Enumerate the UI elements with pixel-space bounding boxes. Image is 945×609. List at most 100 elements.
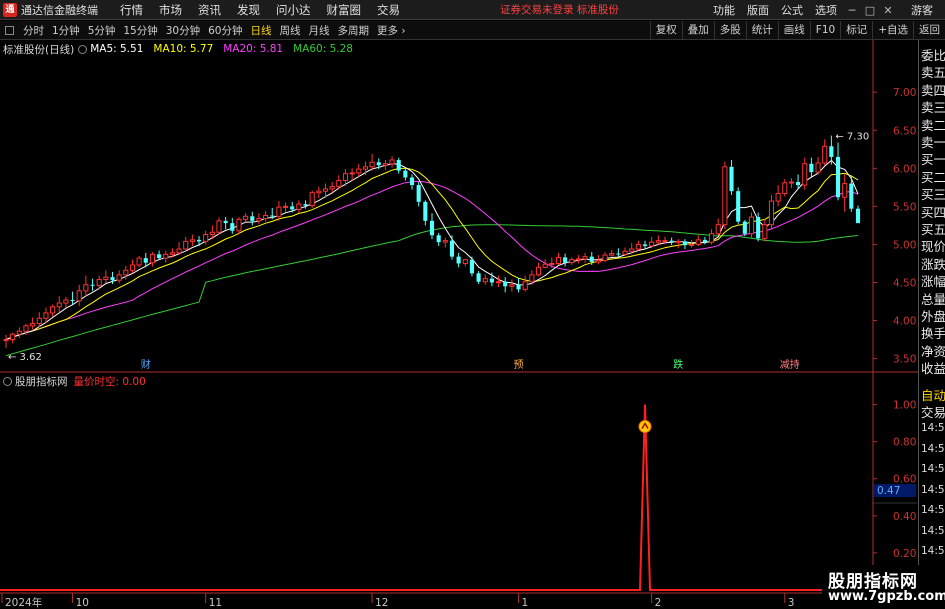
menu-item-discover[interactable]: 发现 <box>229 2 268 18</box>
stats-button[interactable]: 统计 <box>745 21 778 40</box>
candle <box>516 277 521 293</box>
candle-body <box>669 240 674 243</box>
candle <box>616 248 621 257</box>
panel-toggle-icon[interactable] <box>5 25 14 35</box>
menu-bar: 通 通达信金融终端 行情 市场 资讯 发现 问小达 财富圈 交易 证券交易未登录… <box>0 0 945 20</box>
period-daily[interactable]: 日线 <box>247 23 276 38</box>
period-1min[interactable]: 1分钟 <box>48 23 84 38</box>
candle-body <box>689 243 695 246</box>
candle <box>775 185 781 207</box>
side-label-15: 外盘 <box>921 309 945 324</box>
price-tick-label: 5.50 <box>893 201 916 213</box>
period-multi[interactable]: 多周期 <box>334 23 374 38</box>
kline-chart[interactable]: 7.00 6.50 6.00 5.50 5.00 4.50 4.00 3.50 1.00 0.80… <box>0 40 945 609</box>
candle-body <box>456 256 461 264</box>
candle <box>635 240 641 251</box>
candle-body <box>349 172 355 175</box>
date-label: 1 <box>522 597 529 609</box>
menu-item-news[interactable]: 资讯 <box>190 2 229 18</box>
settings-circle-icon[interactable] <box>78 44 88 54</box>
side-label-9: 买四 <box>921 204 945 220</box>
candle <box>842 173 848 212</box>
minimize-icon[interactable]: ─ <box>843 4 861 17</box>
date-label: 2 <box>655 597 662 609</box>
candle <box>768 194 775 229</box>
menu-item-market[interactable]: 市场 <box>151 2 190 18</box>
candle-body <box>622 250 628 255</box>
candle <box>802 157 808 190</box>
candle <box>409 174 415 190</box>
f10-button[interactable]: F10 <box>809 21 840 40</box>
guest-login[interactable]: 游客 <box>897 2 945 18</box>
draw-button[interactable]: 画线 <box>777 21 810 40</box>
candle-body <box>609 253 615 256</box>
candle-body <box>303 204 308 206</box>
candle-body <box>250 216 255 221</box>
ma60-value: MA60: 5.28 <box>293 43 353 55</box>
date-label: 3 <box>788 597 795 609</box>
candle <box>762 219 768 242</box>
period-30min[interactable]: 30分钟 <box>162 23 204 38</box>
period-60min[interactable]: 60分钟 <box>204 23 246 38</box>
candle-body <box>256 218 262 222</box>
candle-body <box>489 278 494 283</box>
candle <box>116 270 122 284</box>
candle-body <box>835 156 841 198</box>
candle <box>282 202 289 213</box>
stock-name[interactable]: 标准股份(日线) <box>3 42 74 57</box>
menu-item-ask[interactable]: 问小达 <box>268 2 319 18</box>
period-15min[interactable]: 15分钟 <box>119 23 161 38</box>
menu-layout[interactable]: 版面 <box>741 2 775 18</box>
candle-body <box>629 248 635 252</box>
indicator-name[interactable]: 股朋指标网 <box>15 374 68 389</box>
candle <box>855 205 861 224</box>
menu-options[interactable]: 选项 <box>809 2 843 18</box>
menu-item-wealth[interactable]: 财富圈 <box>319 2 370 18</box>
multi-stock-button[interactable]: 多股 <box>713 21 746 40</box>
candle-body <box>702 239 707 243</box>
mark-button[interactable]: 标记 <box>840 21 872 40</box>
candle-body <box>842 183 848 198</box>
add-watchlist-button[interactable]: +自选 <box>872 21 913 40</box>
menu-formula[interactable]: 公式 <box>775 2 809 18</box>
candle-body <box>662 240 668 243</box>
candle-body <box>429 220 435 236</box>
overlay-button[interactable]: 叠加 <box>681 21 714 40</box>
indicator-settings-icon[interactable] <box>3 376 12 386</box>
candle-body <box>416 185 421 202</box>
candle <box>70 291 75 305</box>
menu-function[interactable]: 功能 <box>707 2 741 18</box>
ind-tick-label: 0.40 <box>893 511 916 523</box>
candle-body <box>469 259 475 274</box>
period-weekly[interactable]: 周线 <box>276 23 305 38</box>
side-label-17: 净资 <box>921 343 945 359</box>
ma10-line <box>5 167 859 341</box>
candle-body <box>36 317 42 325</box>
candle <box>429 213 435 240</box>
quote-side-panel: 委比 卖五 卖四 卖三 卖二 卖一 买一 买二 买三 买四 买五 现价 涨跌 涨幅 总量 外盘 换手 净资 收益 自动… <box>918 40 945 609</box>
candle-body <box>602 254 608 261</box>
candle <box>788 178 795 189</box>
candle <box>50 304 56 317</box>
candle-body <box>582 256 588 260</box>
candle-body <box>290 206 295 210</box>
login-notice[interactable]: 证券交易未登录 标准股份 <box>500 2 619 17</box>
close-icon[interactable]: ✕ <box>879 4 897 17</box>
candle <box>748 212 755 238</box>
ind-tick-label: 0.60 <box>893 474 916 486</box>
menu-item-trade[interactable]: 交易 <box>369 2 408 18</box>
maximize-icon[interactable]: □ <box>861 4 879 17</box>
candle <box>16 327 22 339</box>
date-label: 12 <box>375 597 388 609</box>
candle-body <box>230 223 235 231</box>
menu-item-quotes[interactable]: 行情 <box>112 2 151 18</box>
candle <box>129 259 136 274</box>
back-button[interactable]: 返回 <box>913 21 945 40</box>
adjust-button[interactable]: 复权 <box>649 21 682 40</box>
period-5min[interactable]: 5分钟 <box>84 23 120 38</box>
period-more[interactable]: 更多 › <box>373 23 410 38</box>
period-intraday[interactable]: 分时 <box>19 23 48 38</box>
candle-body <box>16 330 22 335</box>
period-monthly[interactable]: 月线 <box>305 23 334 38</box>
ind-current-value: 0.47 <box>877 485 900 497</box>
